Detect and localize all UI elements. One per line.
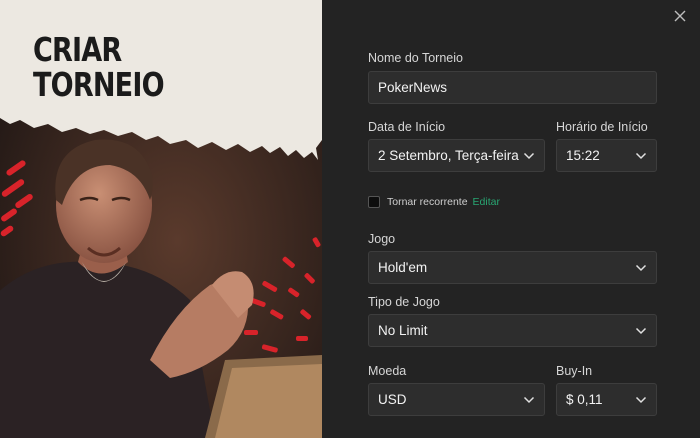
currency-label: Moeda bbox=[368, 364, 407, 378]
game-type-label: Tipo de Jogo bbox=[368, 295, 440, 309]
buy-in-select[interactable]: $ 0,11 bbox=[556, 383, 657, 416]
start-date-select[interactable]: 2 Setembro, Terça-feira bbox=[368, 139, 545, 172]
chevron-down-icon bbox=[635, 264, 647, 271]
recurring-edit-link[interactable]: Editar bbox=[473, 196, 500, 208]
buy-in-value: $ 0,11 bbox=[566, 392, 603, 407]
chevron-down-icon bbox=[635, 327, 647, 334]
currency-select[interactable]: USD bbox=[368, 383, 545, 416]
start-time-value: 15:22 bbox=[566, 148, 600, 163]
chevron-down-icon bbox=[635, 396, 647, 403]
recurring-checkbox[interactable] bbox=[368, 196, 380, 208]
close-icon bbox=[674, 10, 686, 22]
game-type-value: No Limit bbox=[378, 323, 428, 338]
hero-title-line2: TORNEIO bbox=[33, 65, 165, 104]
chevron-down-icon bbox=[523, 152, 535, 159]
start-time-select[interactable]: 15:22 bbox=[556, 139, 657, 172]
buy-in-label: Buy-In bbox=[556, 364, 593, 378]
game-label: Jogo bbox=[368, 232, 396, 246]
game-select[interactable]: Hold'em bbox=[368, 251, 657, 284]
tournament-name-input[interactable] bbox=[378, 80, 647, 95]
close-button[interactable] bbox=[670, 6, 690, 26]
start-time-label: Horário de Início bbox=[556, 120, 648, 134]
hero-title: CRIAR TORNEIO bbox=[33, 30, 165, 104]
recurring-row: Tornar recorrente Editar bbox=[368, 196, 500, 208]
currency-value: USD bbox=[378, 392, 407, 407]
chevron-down-icon bbox=[635, 152, 647, 159]
hero-title-line1: CRIAR bbox=[33, 30, 122, 69]
start-date-label: Data de Início bbox=[368, 120, 446, 134]
chevron-down-icon bbox=[523, 396, 535, 403]
start-date-value: 2 Setembro, Terça-feira bbox=[378, 148, 519, 163]
game-value: Hold'em bbox=[378, 260, 428, 275]
hero-panel: CRIAR TORNEIO bbox=[0, 0, 322, 438]
recurring-label: Tornar recorrente bbox=[387, 196, 468, 208]
tournament-name-label: Nome do Torneio bbox=[368, 51, 463, 65]
tournament-name-field[interactable] bbox=[368, 71, 657, 104]
game-type-select[interactable]: No Limit bbox=[368, 314, 657, 347]
